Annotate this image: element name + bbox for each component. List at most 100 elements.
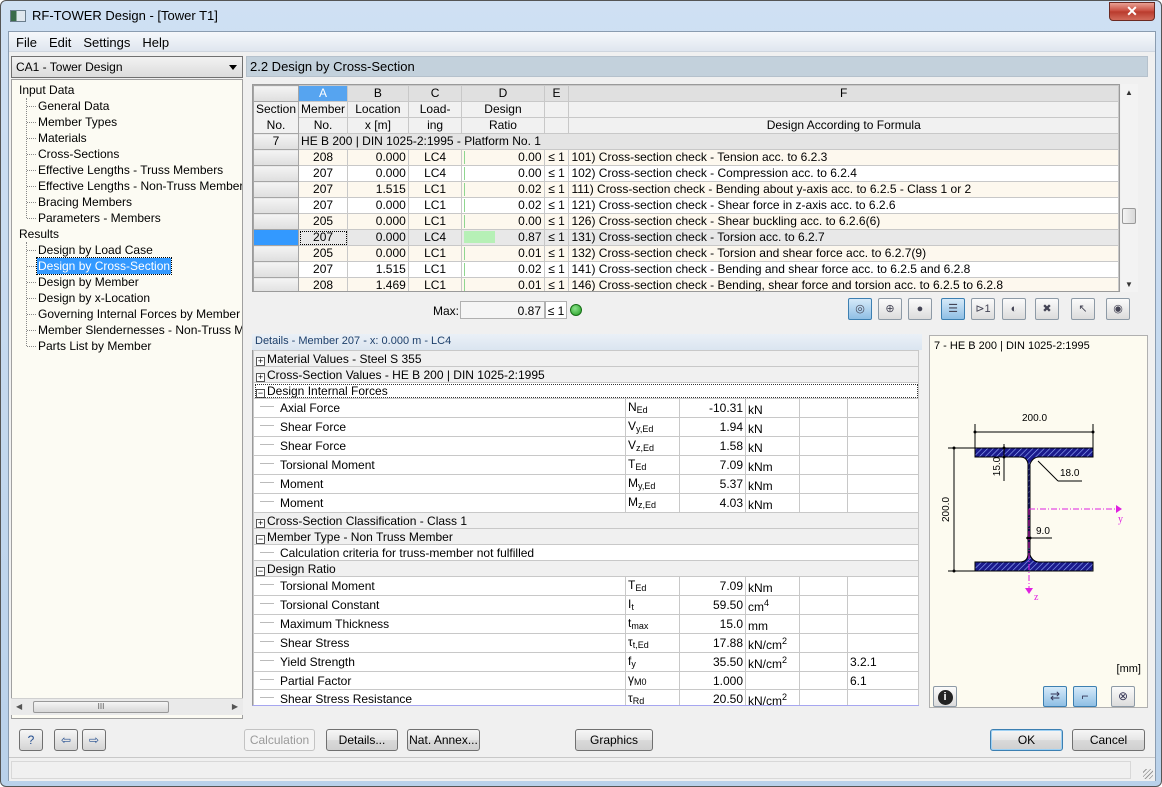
design-ratio-cell[interactable]: 0.00 [461, 213, 545, 230]
row-header[interactable] [253, 229, 300, 246]
scrollbar-thumb[interactable]: III [33, 701, 169, 713]
loading-cell[interactable]: LC1 [407, 213, 463, 230]
row-header[interactable] [253, 181, 300, 198]
details-section-header[interactable]: + Material Values - Steel S 355 [253, 350, 919, 367]
show-result-diagram-button[interactable]: ◎ [848, 298, 872, 320]
location-cell[interactable]: 0.000 [347, 197, 409, 214]
row-header[interactable] [253, 197, 300, 214]
help-button[interactable]: ? [19, 729, 43, 751]
design-ratio-cell[interactable]: 0.87 [461, 229, 545, 246]
table-row[interactable]: 207 0.000 LC1 0.02 ≤ 1 121) Cross-sectio… [253, 197, 1119, 214]
tree-item-design-by-load-case[interactable]: Design by Load Case [37, 242, 154, 258]
formula-cell[interactable]: 121) Cross-section check - Shear force i… [568, 197, 1119, 214]
design-ratio-cell[interactable]: 0.01 [461, 277, 545, 291]
location-cell[interactable]: 1.515 [347, 261, 409, 278]
design-ratio-cell[interactable]: 0.00 [461, 149, 545, 166]
tree-group-1[interactable]: Results [19, 226, 59, 242]
details-button[interactable]: Details... [326, 729, 398, 751]
expand-icon[interactable]: + [256, 372, 265, 382]
scroll-right-icon[interactable]: ▶ [232, 702, 238, 711]
menu-help[interactable]: Help [136, 32, 175, 51]
tree-item-design-by-member[interactable]: Design by Member [37, 274, 140, 290]
details-section-header[interactable]: + Cross-Section Values - HE B 200 | DIN 1… [253, 366, 919, 383]
details-section-row[interactable]: − Design Internal Forces [253, 382, 919, 399]
location-cell[interactable]: 0.000 [347, 149, 409, 166]
location-cell[interactable]: 0.000 [347, 213, 409, 230]
navigator-horizontal-scrollbar[interactable]: ◀ III ▶ [11, 698, 243, 715]
details-section-header[interactable]: − Member Type - Non Truss Member [253, 528, 919, 545]
design-ratio-cell[interactable]: 0.02 [461, 197, 545, 214]
nat-annex-button[interactable]: Nat. Annex... [407, 729, 480, 751]
menu-settings[interactable]: Settings [77, 32, 136, 51]
loading-cell[interactable]: LC4 [407, 165, 463, 182]
scrollbar-thumb[interactable] [1122, 208, 1136, 224]
reset-view-button[interactable]: ⊗ [1111, 686, 1135, 707]
scroll-down-icon[interactable]: ▼ [1125, 280, 1133, 289]
tree-item-effective-lengths-non-truss-members[interactable]: Effective Lengths - Non-Truss Members [37, 178, 242, 194]
previous-page-button[interactable]: ⇦ [54, 729, 78, 751]
formula-cell[interactable]: 111) Cross-section check - Bending about… [568, 181, 1119, 198]
column-letter-f[interactable]: F [568, 85, 1119, 102]
design-ratio-cell[interactable]: 0.00 [461, 165, 545, 182]
show-axes-button[interactable]: ⌐ [1073, 686, 1097, 707]
table-row[interactable]: 207 0.000 LC4 0.00 ≤ 1 102) Cross-sectio… [253, 165, 1119, 182]
loading-cell[interactable]: LC1 [407, 277, 463, 291]
expand-icon[interactable]: + [256, 518, 265, 528]
excel-export-button[interactable]: ✖ [1035, 298, 1059, 320]
formula-cell[interactable]: 131) Cross-section check - Torsion acc. … [568, 229, 1119, 246]
tree-item-parts-list-by-member[interactable]: Parts List by Member [37, 338, 152, 354]
relation-bars-button[interactable]: ⊕ [878, 298, 902, 320]
member-no-cell[interactable]: 207 [298, 229, 349, 246]
tree-item-materials[interactable]: Materials [37, 130, 88, 146]
location-cell[interactable]: 1.515 [347, 181, 409, 198]
tree-item-general-data[interactable]: General Data [37, 98, 110, 114]
select-in-model-button[interactable]: ↖ [1071, 298, 1095, 320]
table-row[interactable]: 205 0.000 LC1 0.01 ≤ 1 132) Cross-sectio… [253, 245, 1119, 262]
details-section-row[interactable]: + Cross-Section Values - HE B 200 | DIN 1… [253, 366, 919, 383]
table-vertical-scrollbar[interactable]: ▲ ▼ [1121, 84, 1138, 292]
tree-item-design-by-x-location[interactable]: Design by x-Location [37, 290, 151, 306]
location-cell[interactable]: 0.000 [347, 245, 409, 262]
loading-cell[interactable]: LC1 [407, 261, 463, 278]
row-header[interactable] [253, 213, 300, 230]
member-no-cell[interactable]: 205 [298, 213, 349, 230]
formula-cell[interactable]: 132) Cross-section check - Torsion and s… [568, 245, 1119, 262]
table-row[interactable]: 208 1.469 LC1 0.01 ≤ 1 146) Cross-sectio… [253, 277, 1119, 291]
member-no-cell[interactable]: 207 [298, 165, 349, 182]
scroll-up-icon[interactable]: ▲ [1125, 88, 1133, 97]
tree-item-member-slendernesses-non-truss-members[interactable]: Member Slendernesses - Non-Truss Members [37, 322, 242, 338]
filter-ratio-button[interactable]: ⊳1 [971, 298, 995, 320]
menu-edit[interactable]: Edit [43, 32, 77, 51]
collapse-icon[interactable]: − [256, 566, 265, 576]
tree-group-0[interactable]: Input Data [19, 82, 74, 98]
show-dimensions-button[interactable]: ⇄ [1043, 686, 1067, 707]
view-mode-button[interactable]: ◉ [1106, 298, 1130, 320]
details-section-row[interactable]: − Member Type - Non Truss Member [253, 528, 919, 545]
design-ratio-cell[interactable]: 0.01 [461, 245, 545, 262]
column-letter-c[interactable]: C [407, 85, 463, 102]
row-header[interactable] [253, 165, 300, 182]
loading-cell[interactable]: LC4 [407, 149, 463, 166]
close-button[interactable]: ✕ [1109, 2, 1155, 21]
tree-item-design-by-cross-section[interactable]: Design by Cross-Section [35, 257, 173, 275]
formula-cell[interactable]: 102) Cross-section check - Compression a… [568, 165, 1119, 182]
column-letter-b[interactable]: B [347, 85, 409, 102]
ratio-bars-button[interactable]: ☰ [941, 298, 965, 320]
formula-cell[interactable]: 141) Cross-section check - Bending and s… [568, 261, 1119, 278]
scroll-left-icon[interactable]: ◀ [16, 702, 22, 711]
details-section-header[interactable]: − Design Ratio [253, 560, 919, 577]
member-no-cell[interactable]: 207 [298, 181, 349, 198]
info-button[interactable]: i [933, 686, 957, 707]
table-row[interactable]: 207 1.515 LC1 0.02 ≤ 1 141) Cross-sectio… [253, 261, 1119, 278]
tree-item-parameters-members[interactable]: Parameters - Members [37, 210, 162, 226]
member-no-cell[interactable]: 207 [298, 197, 349, 214]
row-header[interactable] [253, 261, 300, 278]
details-section-row[interactable]: + Cross-Section Classification - Class 1 [253, 512, 919, 529]
details-section-row[interactable]: − Design Ratio [253, 560, 919, 577]
column-letter-d[interactable]: D [461, 85, 545, 102]
member-no-cell[interactable]: 208 [298, 149, 349, 166]
row-header[interactable] [253, 245, 300, 262]
design-ratio-cell[interactable]: 0.02 [461, 261, 545, 278]
column-letter-e[interactable]: E [543, 85, 570, 102]
row-header[interactable] [253, 277, 300, 291]
